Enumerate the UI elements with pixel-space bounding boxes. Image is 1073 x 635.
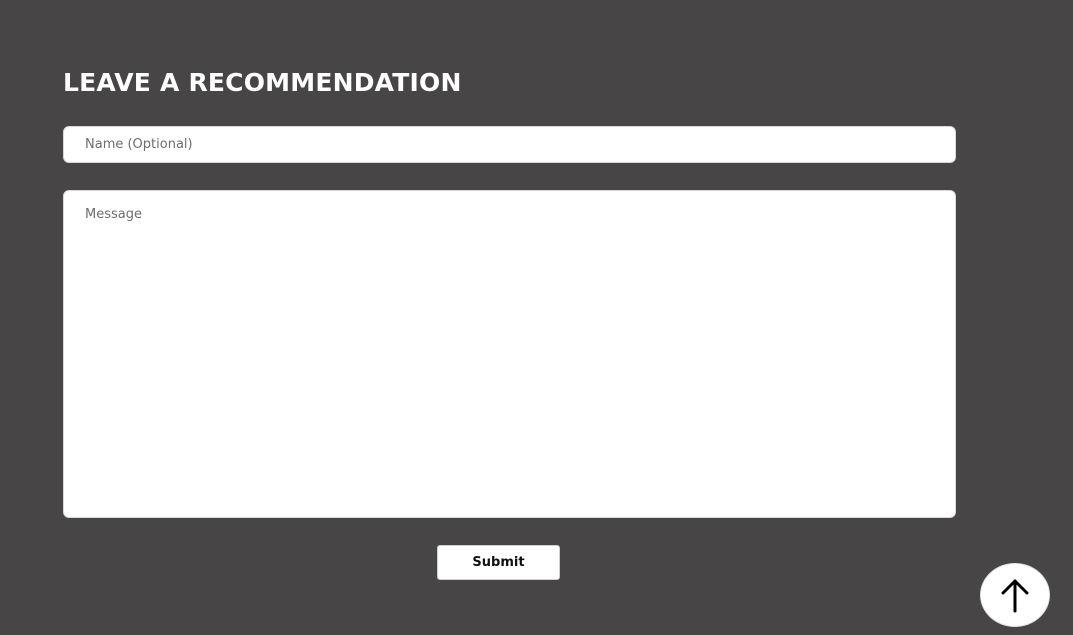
recommendation-page: LEAVE A RECOMMENDATION Submit	[0, 0, 1073, 635]
scroll-to-top-button[interactable]	[980, 563, 1050, 627]
message-input[interactable]	[63, 190, 956, 518]
page-title: LEAVE A RECOMMENDATION	[63, 68, 462, 97]
arrow-up-icon	[1001, 579, 1029, 613]
name-input[interactable]	[63, 126, 956, 163]
submit-button[interactable]: Submit	[437, 545, 560, 580]
